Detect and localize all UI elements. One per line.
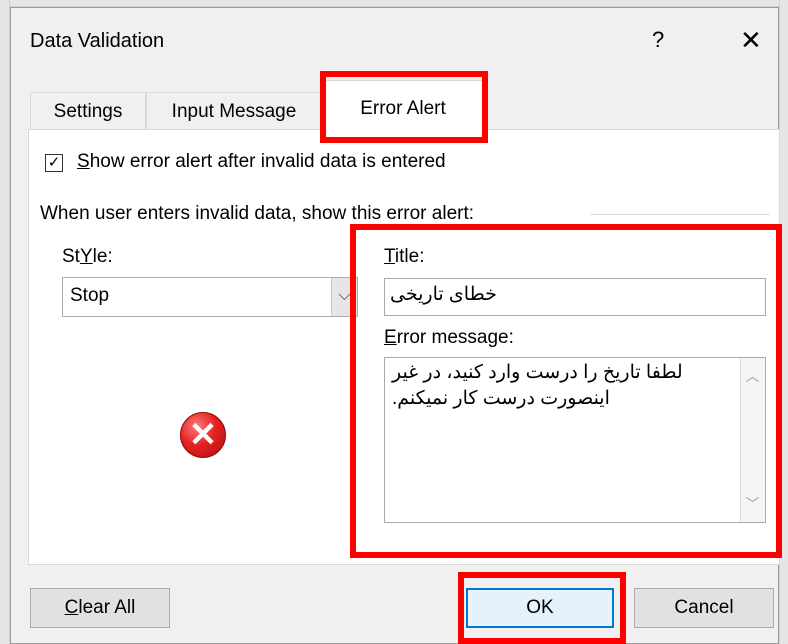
group-divider: [590, 214, 770, 215]
stop-error-icon: ✕: [180, 412, 226, 458]
highlight-ok-button: [458, 572, 626, 644]
tab-settings[interactable]: Settings: [30, 92, 146, 130]
tab-input-message[interactable]: Input Message: [146, 92, 322, 130]
highlight-title-and-message: [350, 224, 782, 558]
tab-settings-label: Settings: [53, 101, 123, 122]
cancel-button[interactable]: Cancel: [634, 588, 774, 628]
highlight-error-alert-tab: [320, 71, 488, 143]
checkmark-icon: ✓: [47, 154, 61, 171]
group-label: When user enters invalid data, show this…: [40, 203, 479, 225]
show-error-alert-checkbox[interactable]: ✓: [45, 154, 63, 172]
help-icon[interactable]: ?: [652, 27, 664, 53]
dialog-title: Data Validation: [30, 30, 165, 52]
background-strip-top: [0, 0, 788, 7]
show-error-alert-label: Show error alert after invalid data is e…: [77, 151, 446, 172]
tab-input-message-label: Input Message: [171, 101, 297, 122]
style-label: StYle:: [62, 246, 113, 267]
style-select-value: Stop: [70, 285, 110, 306]
clear-all-button[interactable]: Clear All: [30, 588, 170, 628]
background-strip-left: [0, 0, 10, 644]
close-icon[interactable]: ✕: [740, 25, 762, 56]
